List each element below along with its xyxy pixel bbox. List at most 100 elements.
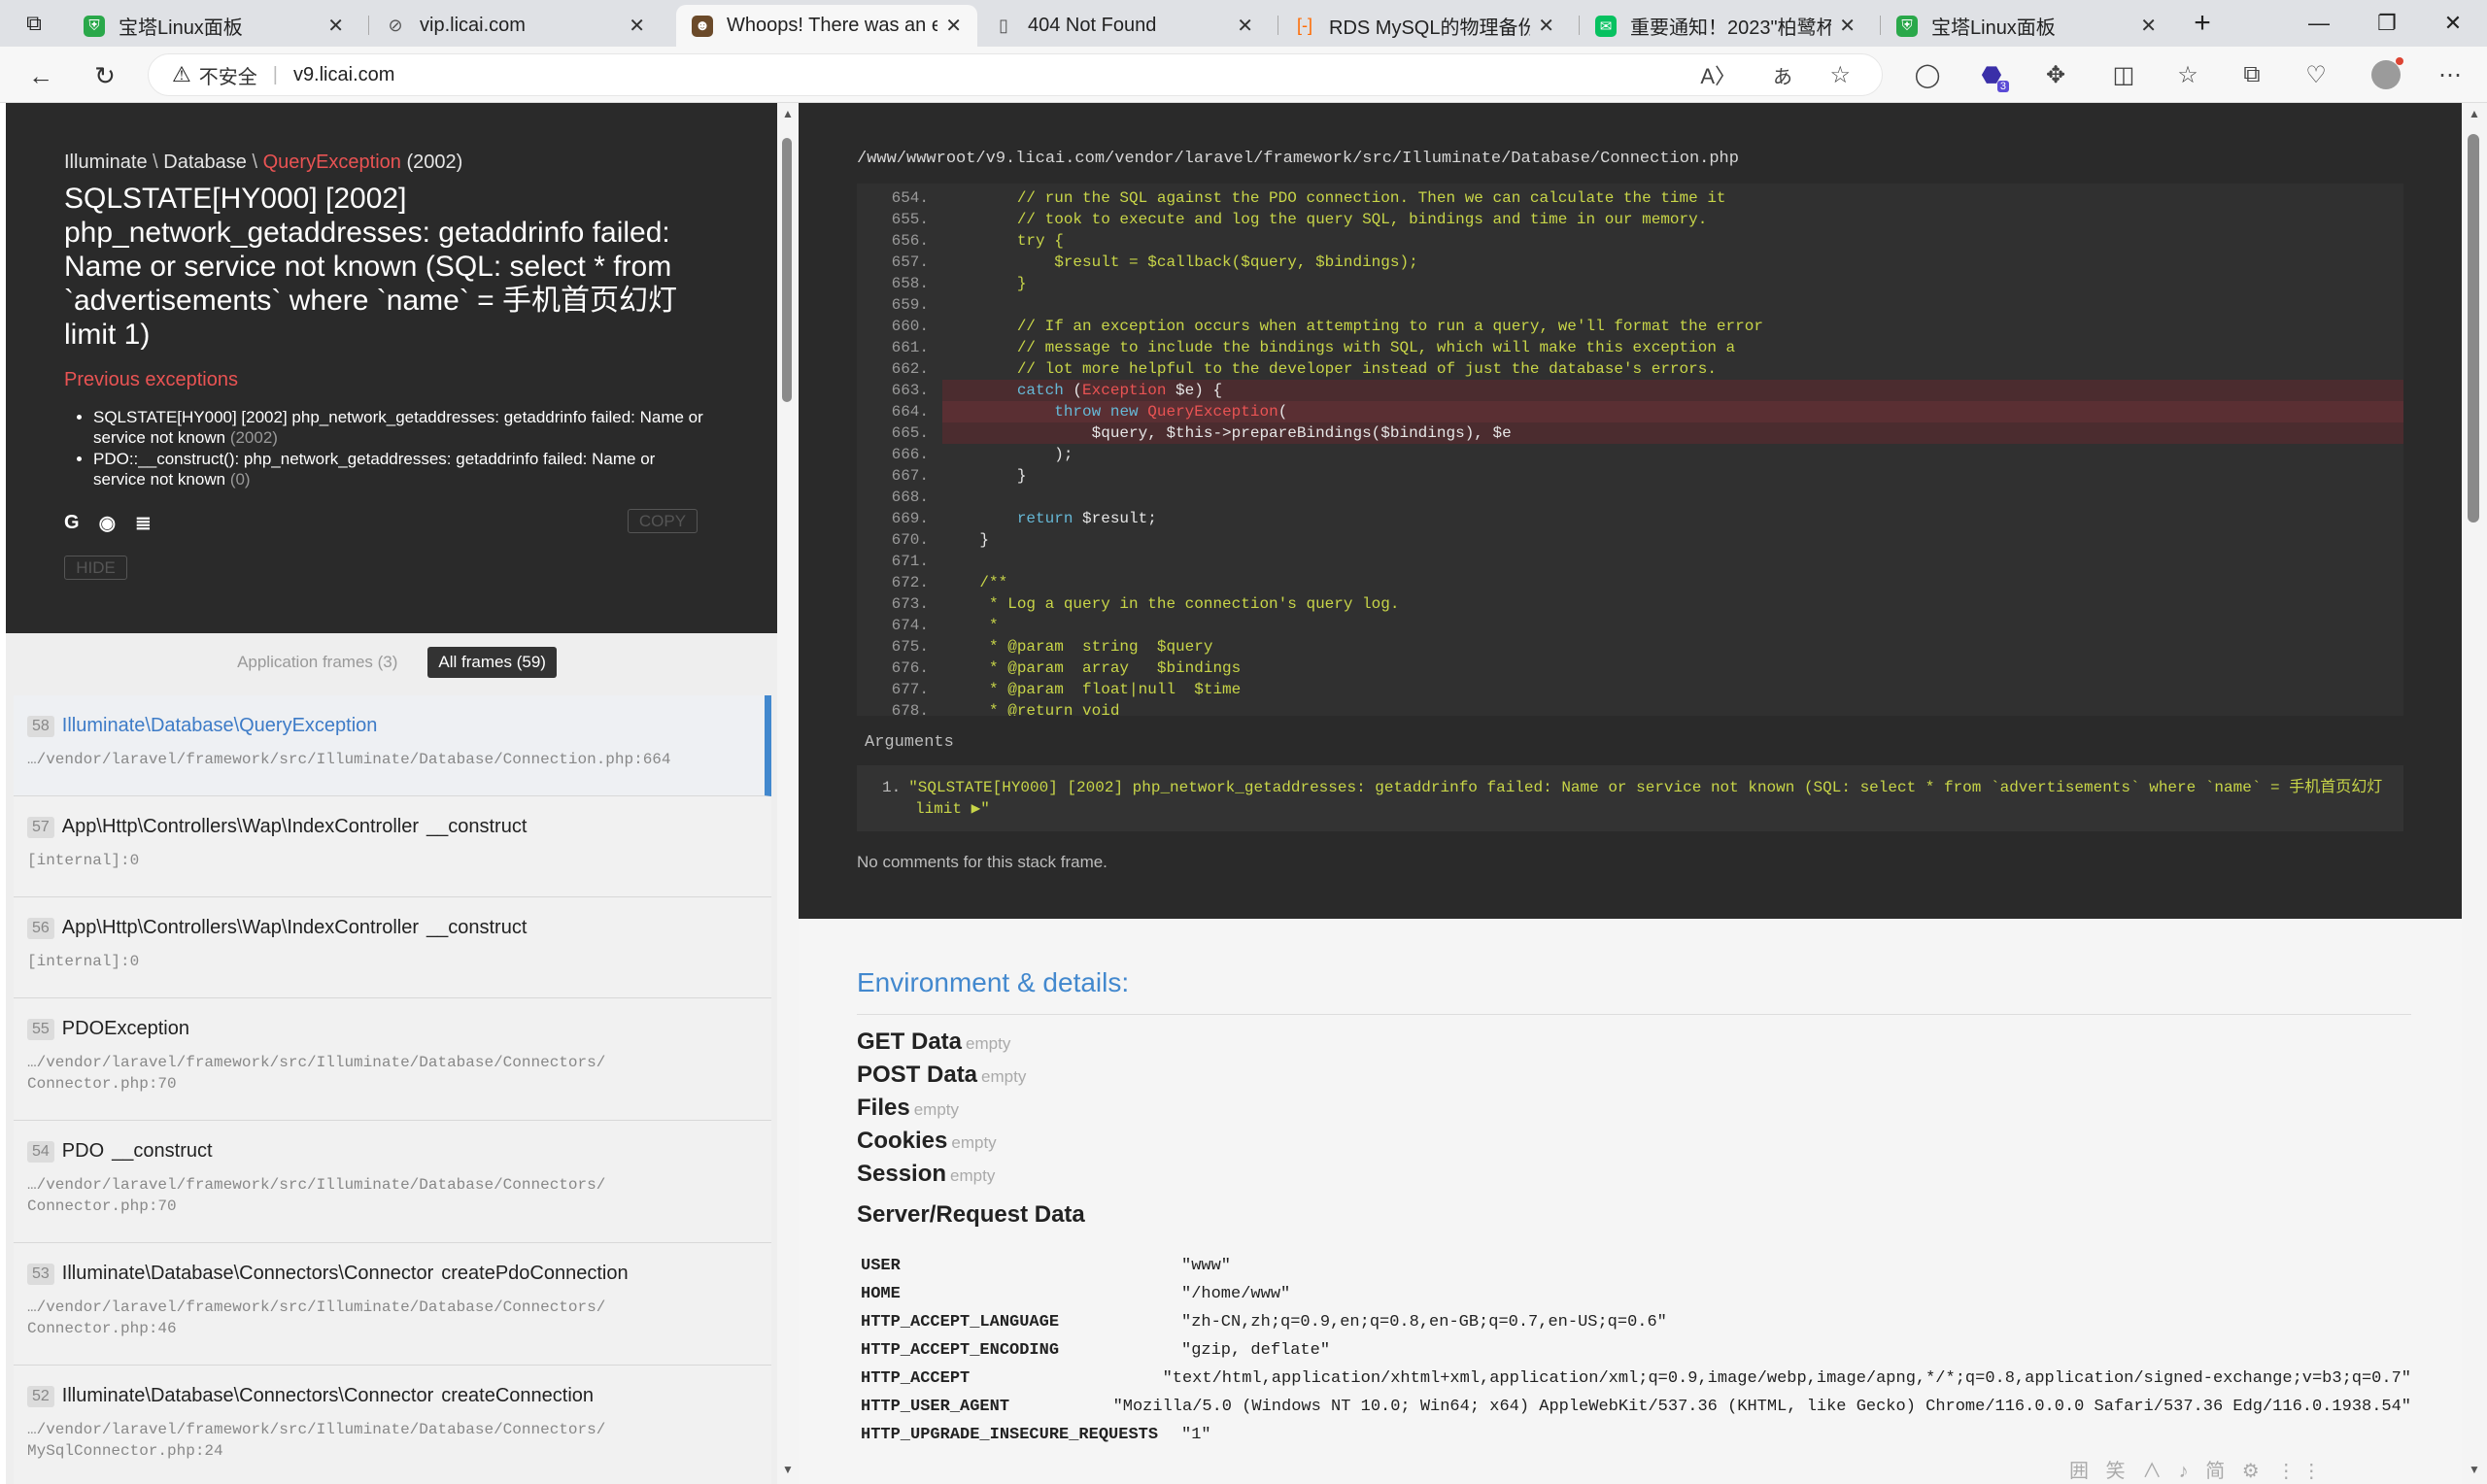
scrollbar-thumb[interactable] bbox=[2468, 134, 2479, 523]
reload-icon[interactable]: ↻ bbox=[85, 56, 124, 95]
record-icon[interactable]: ◯ bbox=[1908, 55, 1947, 94]
hide-button[interactable]: HIDE bbox=[64, 556, 127, 580]
code-file-path[interactable]: /www/wwwroot/v9.licai.com/vendor/laravel… bbox=[857, 150, 2403, 168]
details-panel: /www/wwwroot/v9.licai.com/vendor/laravel… bbox=[799, 103, 2462, 1484]
crumb-separator: \ bbox=[153, 152, 164, 173]
page-icon: ▯ bbox=[999, 16, 1008, 35]
stack-frame[interactable]: 54 PDO __construct …/vendor/laravel/framewo… bbox=[14, 1121, 771, 1243]
line-number: 655. bbox=[891, 211, 929, 228]
duckduckgo-search-icon[interactable]: ◉ bbox=[99, 511, 116, 535]
previous-exception-code: (0) bbox=[229, 470, 251, 489]
line-code: } bbox=[942, 531, 990, 549]
scroll-down-arrow-icon[interactable]: ▼ bbox=[2462, 1463, 2487, 1480]
env-section-empty: empty bbox=[951, 1133, 997, 1152]
code-line: 659. bbox=[857, 294, 2403, 316]
line-number: 671. bbox=[891, 553, 929, 570]
line-number: 654. bbox=[891, 189, 929, 207]
new-tab-button[interactable]: + bbox=[2168, 0, 2236, 47]
url-text[interactable]: v9.licai.com bbox=[293, 64, 394, 86]
extension-icon[interactable]: ⬣ 3 bbox=[1972, 55, 2011, 94]
previous-exception-text: SQLSTATE[HY000] [2002] php_network_getad… bbox=[93, 408, 703, 447]
tab-all-frames[interactable]: All frames (59) bbox=[427, 647, 557, 678]
frame-file-path: …/vendor/laravel/framework/src/Illuminat… bbox=[27, 1421, 606, 1460]
frame-method: __construct bbox=[112, 1140, 213, 1162]
profile-avatar-icon[interactable] bbox=[2367, 55, 2405, 94]
exception-breadcrumb: Illuminate \ Database \ QueryException (… bbox=[64, 152, 719, 174]
favorites-icon[interactable]: ☆ bbox=[2168, 55, 2207, 94]
browser-tab[interactable]: ⊘ vip.licai.com ✕ bbox=[369, 5, 661, 47]
divider: | bbox=[272, 63, 278, 85]
shield-icon: ⛨ bbox=[1896, 15, 1918, 37]
scrollbar-thumb[interactable] bbox=[782, 138, 792, 402]
read-aloud-icon[interactable]: A〉 bbox=[1700, 59, 1736, 90]
tab-close-icon[interactable]: ✕ bbox=[327, 14, 344, 38]
stack-frame[interactable]: 56 App\Http\Controllers\Wap\IndexControll… bbox=[14, 897, 771, 998]
page-scrollbar[interactable]: ▲ ▼ bbox=[2462, 103, 2487, 1484]
frame-index: 53 bbox=[27, 1263, 54, 1285]
performance-icon[interactable]: ♡ bbox=[2297, 55, 2335, 94]
extensions-puzzle-icon[interactable]: ✥ bbox=[2036, 55, 2075, 94]
more-menu-icon[interactable]: ⋯ bbox=[2431, 55, 2470, 94]
env-section-title: Session bbox=[857, 1161, 947, 1187]
code-line: 663. catch (Exception $e) { bbox=[857, 380, 2403, 401]
line-code: throw new QueryException( bbox=[942, 401, 2403, 422]
close-window-button[interactable]: ✕ bbox=[2419, 0, 2487, 47]
server-data-row: USER "www" bbox=[857, 1252, 2411, 1280]
line-code: * @return void bbox=[942, 702, 1120, 716]
line-number: 672. bbox=[891, 574, 929, 591]
line-number: 666. bbox=[891, 446, 929, 463]
line-code: // If an exception occurs when attemptin… bbox=[942, 318, 1763, 335]
code-line: 674. * bbox=[857, 615, 2403, 636]
tab-separator bbox=[368, 16, 369, 35]
tab-close-icon[interactable]: ✕ bbox=[1237, 14, 1253, 38]
google-search-icon[interactable]: G bbox=[64, 512, 80, 534]
collections-icon[interactable]: ⧉ bbox=[2232, 55, 2271, 94]
wechat-icon: ✉ bbox=[1595, 15, 1617, 37]
browser-tab[interactable]: ✉ 重要通知！2023"柏鹭杯"国 ✕ bbox=[1580, 5, 1871, 47]
tab-close-icon[interactable]: ✕ bbox=[1839, 14, 1856, 38]
env-section: Cookies empty bbox=[857, 1128, 2411, 1155]
frames-scrollbar[interactable]: ▲ ▼ bbox=[777, 103, 799, 1484]
scroll-up-arrow-icon[interactable]: ▲ bbox=[2462, 107, 2487, 124]
server-data-value: "gzip, deflate" bbox=[1181, 1341, 1331, 1360]
env-section-title: Files bbox=[857, 1095, 910, 1121]
copy-button[interactable]: COPY bbox=[628, 509, 698, 533]
tab-actions-icon[interactable]: ⧉ bbox=[0, 0, 68, 47]
stack-frame[interactable]: 55 PDOException …/vendor/laravel/framework… bbox=[14, 998, 771, 1121]
frame-class: Illuminate\Database\Connectors\Connector bbox=[61, 1263, 434, 1284]
stack-frame[interactable]: 52 Illuminate\Database\Connectors\Connect… bbox=[14, 1366, 771, 1484]
browser-tab[interactable]: ☻ Whoops! There was an error. ✕ bbox=[676, 5, 977, 47]
server-data-value: "www" bbox=[1181, 1257, 1232, 1275]
split-screen-icon[interactable]: ◫ bbox=[2104, 55, 2143, 94]
tab-close-icon[interactable]: ✕ bbox=[945, 14, 962, 38]
stack-frame[interactable]: 57 App\Http\Controllers\Wap\IndexControll… bbox=[14, 796, 771, 897]
browser-tab[interactable]: [-] RDS MySQL的物理备份如何 ✕ bbox=[1278, 5, 1570, 47]
server-data-key: HTTP_ACCEPT bbox=[861, 1369, 971, 1388]
scroll-up-arrow-icon[interactable]: ▲ bbox=[777, 107, 799, 124]
tab-application-frames[interactable]: Application frames (3) bbox=[226, 647, 408, 678]
minimize-button[interactable]: — bbox=[2285, 0, 2353, 47]
restore-button[interactable]: ❐ bbox=[2353, 0, 2421, 47]
stackoverflow-search-icon[interactable]: ≣ bbox=[135, 511, 152, 535]
tab-label: 宝塔Linux面板 bbox=[119, 17, 243, 39]
browser-tab[interactable]: ▯ 404 Not Found ✕ bbox=[977, 5, 1269, 47]
translate-icon[interactable]: あ bbox=[1773, 61, 1792, 89]
ime-toolbar[interactable]: 囲 笑 ∧ ♪ 简 ⚙ ⋮⋮ bbox=[2069, 1455, 2327, 1483]
tab-close-icon[interactable]: ✕ bbox=[629, 14, 645, 38]
browser-tab[interactable]: ⛨ 宝塔Linux面板 ✕ bbox=[68, 5, 359, 47]
line-code: * @param float|null $time bbox=[942, 681, 1242, 698]
frame-title: 55 PDOException bbox=[27, 1018, 750, 1040]
warning-icon: ⚠ bbox=[172, 62, 191, 86]
browser-tab[interactable]: ⛨ 宝塔Linux面板 ✕ bbox=[1881, 5, 2172, 47]
address-toolbar: ← ↻ ⚠ 不安全 | v9.licai.com A〉 あ ☆ ◯ ⬣ 3 ✥ ◫… bbox=[0, 47, 2487, 103]
argument-value[interactable]: "SQLSTATE[HY000] [2002] php_network_geta… bbox=[908, 779, 2382, 818]
tab-close-icon[interactable]: ✕ bbox=[1538, 14, 1554, 38]
back-arrow-icon[interactable]: ← bbox=[21, 56, 60, 95]
tab-close-icon[interactable]: ✕ bbox=[2140, 14, 2157, 38]
stack-frame[interactable]: 58 Illuminate\Database\QueryException …/ve… bbox=[14, 695, 771, 796]
stack-frame[interactable]: 53 Illuminate\Database\Connectors\Connect… bbox=[14, 1243, 771, 1366]
address-field[interactable]: ⚠ 不安全 | v9.licai.com A〉 あ ☆ bbox=[148, 53, 1883, 96]
scroll-down-arrow-icon[interactable]: ▼ bbox=[777, 1463, 799, 1480]
line-number: 675. bbox=[891, 638, 929, 656]
favorite-star-icon[interactable]: ☆ bbox=[1829, 61, 1851, 89]
